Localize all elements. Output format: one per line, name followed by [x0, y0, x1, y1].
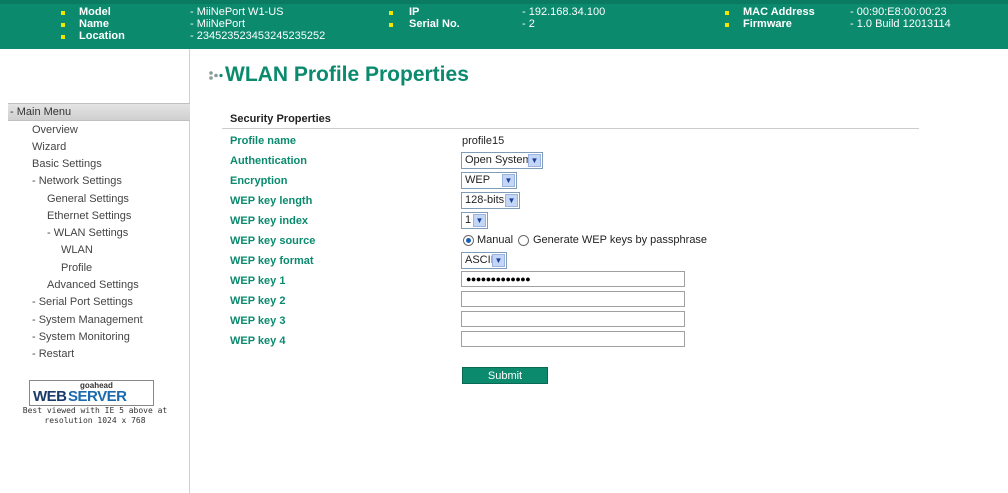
bullet-icon	[61, 11, 65, 15]
sidebar-item-wlan-settings[interactable]: - WLAN Settings	[47, 227, 128, 239]
ip-value: - 192.168.34.100	[522, 6, 606, 18]
key-index-label: WEP key index	[230, 215, 309, 227]
key-source-label: WEP key source	[230, 235, 316, 247]
submit-button[interactable]: Submit	[462, 367, 548, 384]
key1-input[interactable]: ●●●●●●●●●●●●●	[461, 271, 685, 287]
profile-name-label: Profile name	[230, 135, 297, 147]
key-length-select[interactable]: 128-bits ▼	[461, 192, 520, 209]
name-value: - MiiNePort	[190, 18, 246, 30]
sidebar-item-network-settings[interactable]: - Network Settings	[32, 175, 122, 187]
ip-label: IP	[409, 6, 420, 18]
mac-value: - 00:90:E8:00:00:23	[850, 6, 947, 18]
key-index-select[interactable]: 1 ▼	[461, 212, 488, 229]
location-label: Location	[79, 30, 125, 42]
sidebar-item-wlan[interactable]: WLAN	[61, 244, 93, 256]
sidebar-item-system-management[interactable]: - System Management	[32, 314, 143, 326]
key1-label: WEP key 1	[230, 275, 286, 287]
serial-value: - 2	[522, 18, 535, 30]
browser-note: Best viewed with IE 5 above at resolutio…	[22, 406, 168, 425]
bullet-icon	[61, 35, 65, 39]
profile-name-value: profile15	[462, 135, 505, 147]
sidebar-item-profile[interactable]: Profile	[61, 262, 92, 274]
mac-label: MAC Address	[743, 6, 815, 18]
chevron-down-icon: ▼	[528, 154, 541, 167]
sidebar-item-advanced-settings[interactable]: Advanced Settings	[47, 279, 139, 291]
goahead-webserver-logo: goahead WEB SERVER	[29, 380, 154, 406]
title-dots-icon	[209, 71, 223, 80]
firmware-value: - 1.0 Build 12013114	[850, 18, 951, 30]
key4-label: WEP key 4	[230, 335, 286, 347]
key3-label: WEP key 3	[230, 315, 286, 327]
header-bar: Model - MiiNePort W1-US Name - MiiNePort…	[0, 0, 1008, 49]
key4-input[interactable]	[461, 331, 685, 347]
sidebar-item-serial-port-settings[interactable]: - Serial Port Settings	[32, 296, 133, 308]
model-value: - MiiNePort W1-US	[190, 6, 284, 18]
sidebar-item-overview[interactable]: Overview	[32, 124, 78, 136]
encryption-select[interactable]: WEP ▼	[461, 172, 517, 189]
bullet-icon	[389, 11, 393, 15]
model-label: Model	[79, 6, 111, 18]
bullet-icon	[389, 23, 393, 27]
authentication-select[interactable]: Open System ▼	[461, 152, 543, 169]
key-format-label: WEP key format	[230, 255, 314, 267]
location-value: - 2345235234532452352­52	[190, 30, 326, 42]
manual-radio-label: Manual	[477, 234, 514, 246]
encryption-label: Encryption	[230, 175, 288, 187]
passphrase-radio-label: Generate WEP keys by passphrase	[533, 234, 708, 246]
sidebar-item-general-settings[interactable]: General Settings	[47, 193, 129, 205]
serial-label: Serial No.	[409, 18, 460, 30]
sidebar: - Main Menu Overview Wizard Basic Settin…	[0, 49, 190, 493]
bullet-icon	[61, 23, 65, 27]
sidebar-item-restart[interactable]: - Restart	[32, 348, 74, 360]
passphrase-radio[interactable]	[518, 235, 529, 246]
chevron-down-icon: ▼	[492, 254, 505, 267]
manual-radio[interactable]	[463, 235, 474, 246]
key-length-label: WEP key length	[230, 195, 313, 207]
key2-label: WEP key 2	[230, 295, 286, 307]
page-title: WLAN Profile Properties	[225, 63, 469, 86]
bullet-icon	[725, 11, 729, 15]
chevron-down-icon: ▼	[473, 214, 486, 227]
sidebar-item-ethernet-settings[interactable]: Ethernet Settings	[47, 210, 131, 222]
sidebar-item-wizard[interactable]: Wizard	[32, 141, 66, 153]
sidebar-item-system-monitoring[interactable]: - System Monitoring	[32, 331, 130, 343]
bullet-icon	[725, 23, 729, 27]
authentication-label: Authentication	[230, 155, 307, 167]
key-format-select[interactable]: ASCII ▼	[461, 252, 507, 269]
key3-input[interactable]	[461, 311, 685, 327]
chevron-down-icon: ▼	[505, 194, 518, 207]
name-label: Name	[79, 18, 109, 30]
section-header: Security Properties	[222, 111, 919, 129]
main-menu-header[interactable]: - Main Menu	[8, 103, 190, 121]
key2-input[interactable]	[461, 291, 685, 307]
chevron-down-icon: ▼	[502, 174, 515, 187]
sidebar-item-basic-settings[interactable]: Basic Settings	[32, 158, 102, 170]
firmware-label: Firmware	[743, 18, 792, 30]
